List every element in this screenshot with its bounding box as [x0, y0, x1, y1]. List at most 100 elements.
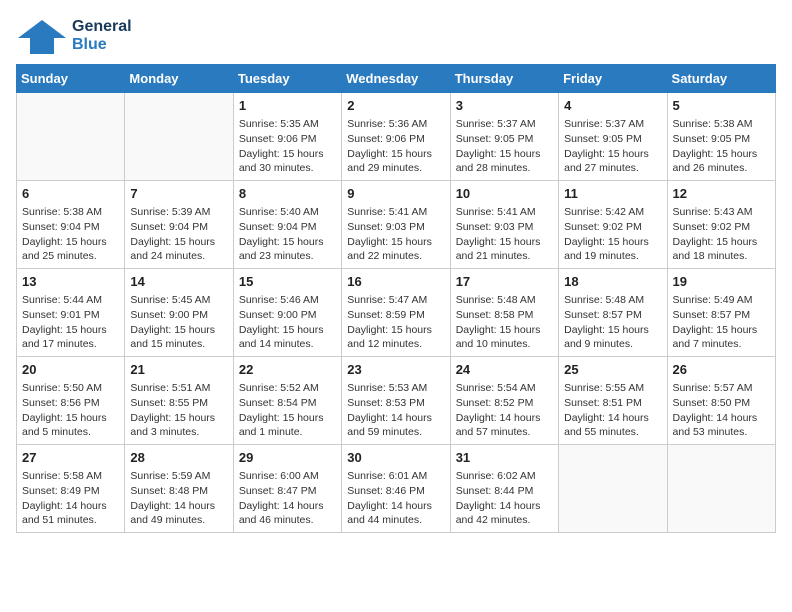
logo-icon — [16, 16, 68, 56]
calendar-cell — [667, 445, 775, 533]
calendar-cell: 30Sunrise: 6:01 AMSunset: 8:46 PMDayligh… — [342, 445, 450, 533]
calendar-cell: 29 Sunrise: 6:00 AMSunset: 8:47 PMDayligh… — [233, 445, 341, 533]
calendar-header-row: SundayMondayTuesdayWednesdayThursdayFrid… — [17, 65, 776, 93]
calendar-week-2: 13 Sunrise: 5:44 AMSunset: 9:01 PMDayligh… — [17, 269, 776, 357]
day-number: 22 — [239, 361, 336, 379]
calendar-cell — [125, 93, 233, 181]
calendar-cell: 5Sunrise: 5:38 AMSunset: 9:05 PMDaylight… — [667, 93, 775, 181]
calendar-cell: 17 Sunrise: 5:48 AMSunset: 8:58 PMDayligh… — [450, 269, 558, 357]
day-info: Sunrise: 5:55 AMSunset: 8:51 PMDaylight:… — [564, 381, 661, 440]
day-info: Sunrise: 5:47 AMSunset: 8:59 PMDaylight:… — [347, 293, 444, 352]
day-info: Sunrise: 6:00 AMSunset: 8:47 PMDaylight:… — [239, 469, 336, 528]
day-number: 27 — [22, 449, 119, 467]
calendar-cell: 9 Sunrise: 5:41 AMSunset: 9:03 PMDaylight… — [342, 181, 450, 269]
day-number: 12 — [673, 185, 770, 203]
header-monday: Monday — [125, 65, 233, 93]
day-number: 13 — [22, 273, 119, 291]
day-number: 20 — [22, 361, 119, 379]
day-info: Sunrise: 5:46 AMSunset: 9:00 PMDaylight:… — [239, 293, 336, 352]
day-info: Sunrise: 5:39 AMSunset: 9:04 PMDaylight:… — [130, 205, 227, 264]
day-number: 28 — [130, 449, 227, 467]
calendar-cell: 10Sunrise: 5:41 AMSunset: 9:03 PMDayligh… — [450, 181, 558, 269]
calendar-week-4: 27 Sunrise: 5:58 AMSunset: 8:49 PMDayligh… — [17, 445, 776, 533]
calendar-cell: 4Sunrise: 5:37 AMSunset: 9:05 PMDaylight… — [559, 93, 667, 181]
calendar-cell: 21 Sunrise: 5:51 AMSunset: 8:55 PMDayligh… — [125, 357, 233, 445]
header-friday: Friday — [559, 65, 667, 93]
calendar-cell: 19 Sunrise: 5:49 AMSunset: 8:57 PMDayligh… — [667, 269, 775, 357]
day-number: 31 — [456, 449, 553, 467]
day-info: Sunrise: 5:50 AMSunset: 8:56 PMDaylight:… — [22, 381, 119, 440]
day-number: 7 — [130, 185, 227, 203]
calendar-cell: 6Sunrise: 5:38 AMSunset: 9:04 PMDaylight… — [17, 181, 125, 269]
calendar-cell — [17, 93, 125, 181]
day-info: Sunrise: 5:41 AMSunset: 9:03 PMDaylight:… — [456, 205, 553, 264]
day-info: Sunrise: 5:44 AMSunset: 9:01 PMDaylight:… — [22, 293, 119, 352]
calendar-cell: 28 Sunrise: 5:59 AMSunset: 8:48 PMDayligh… — [125, 445, 233, 533]
day-info: Sunrise: 5:49 AMSunset: 8:57 PMDaylight:… — [673, 293, 770, 352]
day-number: 14 — [130, 273, 227, 291]
header-saturday: Saturday — [667, 65, 775, 93]
calendar-cell: 16 Sunrise: 5:47 AMSunset: 8:59 PMDayligh… — [342, 269, 450, 357]
day-info: Sunrise: 5:48 AMSunset: 8:57 PMDaylight:… — [564, 293, 661, 352]
day-info: Sunrise: 5:54 AMSunset: 8:52 PMDaylight:… — [456, 381, 553, 440]
day-info: Sunrise: 5:51 AMSunset: 8:55 PMDaylight:… — [130, 381, 227, 440]
day-number: 30 — [347, 449, 444, 467]
day-number: 3 — [456, 97, 553, 115]
calendar-cell: 20 Sunrise: 5:50 AMSunset: 8:56 PMDayligh… — [17, 357, 125, 445]
calendar-cell: 8 Sunrise: 5:40 AMSunset: 9:04 PMDaylight… — [233, 181, 341, 269]
day-number: 15 — [239, 273, 336, 291]
logo-text-block: GeneralBlue — [72, 18, 132, 55]
calendar-cell — [559, 445, 667, 533]
day-info: Sunrise: 5:58 AMSunset: 8:49 PMDaylight:… — [22, 469, 119, 528]
day-number: 9 — [347, 185, 444, 203]
day-number: 17 — [456, 273, 553, 291]
day-info: Sunrise: 5:43 AMSunset: 9:02 PMDaylight:… — [673, 205, 770, 264]
day-info: Sunrise: 5:45 AMSunset: 9:00 PMDaylight:… — [130, 293, 227, 352]
calendar-cell: 14 Sunrise: 5:45 AMSunset: 9:00 PMDayligh… — [125, 269, 233, 357]
calendar-cell: 31 Sunrise: 6:02 AMSunset: 8:44 PMDayligh… — [450, 445, 558, 533]
calendar-cell: 1 Sunrise: 5:35 AMSunset: 9:06 PMDaylight… — [233, 93, 341, 181]
day-info: Sunrise: 5:40 AMSunset: 9:04 PMDaylight:… — [239, 205, 336, 264]
day-number: 19 — [673, 273, 770, 291]
day-info: Sunrise: 6:02 AMSunset: 8:44 PMDaylight:… — [456, 469, 553, 528]
day-number: 2 — [347, 97, 444, 115]
calendar-cell: 13 Sunrise: 5:44 AMSunset: 9:01 PMDayligh… — [17, 269, 125, 357]
header-tuesday: Tuesday — [233, 65, 341, 93]
day-info: Sunrise: 5:37 AMSunset: 9:05 PMDaylight:… — [564, 117, 661, 176]
day-info: Sunrise: 5:36 AMSunset: 9:06 PMDaylight:… — [347, 117, 444, 176]
calendar-cell: 23 Sunrise: 5:53 AMSunset: 8:53 PMDayligh… — [342, 357, 450, 445]
calendar-cell: 3 Sunrise: 5:37 AMSunset: 9:05 PMDaylight… — [450, 93, 558, 181]
header-thursday: Thursday — [450, 65, 558, 93]
calendar-cell: 24Sunrise: 5:54 AMSunset: 8:52 PMDayligh… — [450, 357, 558, 445]
day-info: Sunrise: 5:41 AMSunset: 9:03 PMDaylight:… — [347, 205, 444, 264]
day-number: 29 — [239, 449, 336, 467]
calendar-cell: 26Sunrise: 5:57 AMSunset: 8:50 PMDayligh… — [667, 357, 775, 445]
header-sunday: Sunday — [17, 65, 125, 93]
day-info: Sunrise: 5:35 AMSunset: 9:06 PMDaylight:… — [239, 117, 336, 176]
calendar-cell: 27 Sunrise: 5:58 AMSunset: 8:49 PMDayligh… — [17, 445, 125, 533]
day-info: Sunrise: 5:53 AMSunset: 8:53 PMDaylight:… — [347, 381, 444, 440]
calendar-cell: 18Sunrise: 5:48 AMSunset: 8:57 PMDayligh… — [559, 269, 667, 357]
calendar-cell: 15 Sunrise: 5:46 AMSunset: 9:00 PMDayligh… — [233, 269, 341, 357]
calendar-cell: 12 Sunrise: 5:43 AMSunset: 9:02 PMDayligh… — [667, 181, 775, 269]
day-number: 8 — [239, 185, 336, 203]
day-info: Sunrise: 5:52 AMSunset: 8:54 PMDaylight:… — [239, 381, 336, 440]
calendar-table: SundayMondayTuesdayWednesdayThursdayFrid… — [16, 64, 776, 533]
day-number: 23 — [347, 361, 444, 379]
day-info: Sunrise: 5:59 AMSunset: 8:48 PMDaylight:… — [130, 469, 227, 528]
calendar-cell: 22 Sunrise: 5:52 AMSunset: 8:54 PMDayligh… — [233, 357, 341, 445]
calendar-cell: 11Sunrise: 5:42 AMSunset: 9:02 PMDayligh… — [559, 181, 667, 269]
day-number: 16 — [347, 273, 444, 291]
day-info: Sunrise: 5:38 AMSunset: 9:05 PMDaylight:… — [673, 117, 770, 176]
logo: GeneralBlue — [16, 16, 132, 56]
calendar-cell: 2 Sunrise: 5:36 AMSunset: 9:06 PMDaylight… — [342, 93, 450, 181]
day-number: 25 — [564, 361, 661, 379]
day-info: Sunrise: 5:57 AMSunset: 8:50 PMDaylight:… — [673, 381, 770, 440]
day-info: Sunrise: 5:37 AMSunset: 9:05 PMDaylight:… — [456, 117, 553, 176]
calendar-week-1: 6Sunrise: 5:38 AMSunset: 9:04 PMDaylight… — [17, 181, 776, 269]
day-info: Sunrise: 5:48 AMSunset: 8:58 PMDaylight:… — [456, 293, 553, 352]
day-number: 21 — [130, 361, 227, 379]
calendar-cell: 7 Sunrise: 5:39 AMSunset: 9:04 PMDaylight… — [125, 181, 233, 269]
day-number: 1 — [239, 97, 336, 115]
day-number: 6 — [22, 185, 119, 203]
